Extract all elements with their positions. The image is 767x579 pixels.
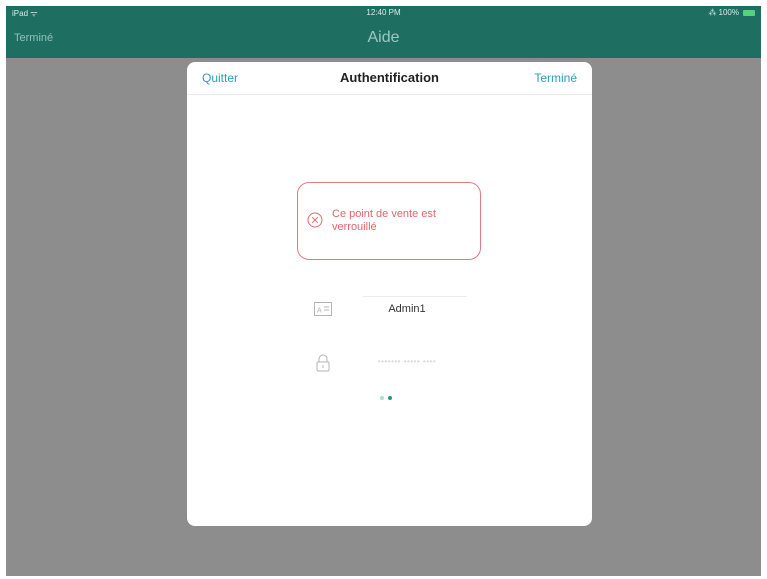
lock-icon (316, 354, 330, 372)
username-field[interactable]: A Admin1 (307, 296, 467, 324)
id-card-icon: A (314, 302, 332, 316)
username-value[interactable]: Admin1 (347, 303, 467, 315)
clock: 12:40 PM (366, 8, 401, 17)
close-circle-icon (307, 212, 323, 228)
auth-modal: Quitter Authentification Terminé Ce poin… (187, 62, 592, 526)
nav-bar: Terminé Aide (6, 20, 761, 58)
screen: iPad ᯤ 12:40 PM ⁂ 100% Terminé Aide Quit… (6, 6, 761, 576)
done-button[interactable]: Terminé (534, 71, 577, 85)
password-field[interactable]: ••••••• ••••• •••• (307, 350, 467, 378)
battery-label: ⁂ 100% (708, 8, 739, 17)
nav-title: Aide (367, 29, 400, 46)
page-indicator (377, 396, 401, 404)
battery-icon (743, 10, 755, 16)
locked-alert: Ce point de vente est verrouillé (297, 182, 481, 260)
page-dot-active[interactable] (388, 396, 392, 400)
modal-title: Authentification (340, 70, 439, 85)
modal-header: Quitter Authentification Terminé (187, 62, 592, 95)
alert-message: Ce point de vente est verrouillé (332, 208, 436, 233)
status-bar: iPad ᯤ 12:40 PM ⁂ 100% (6, 6, 761, 20)
svg-text:A: A (317, 308, 322, 315)
username-divider (363, 296, 467, 297)
page-dot[interactable] (380, 396, 384, 400)
password-input[interactable]: ••••••• ••••• •••• (347, 357, 467, 366)
